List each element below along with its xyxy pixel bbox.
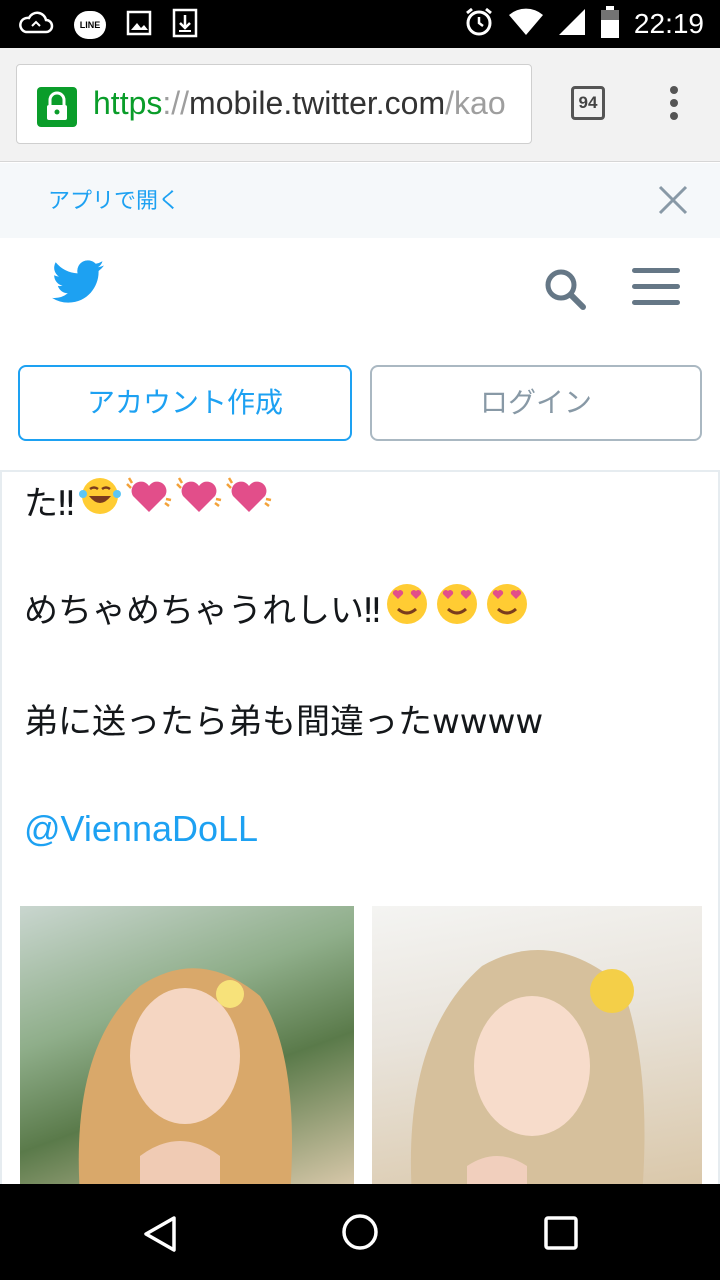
open-app-link[interactable]: アプリで開く [48,183,180,215]
tweet-line-1: た‼ [24,474,273,527]
download-icon [172,8,198,42]
mention-link[interactable]: @ViennaDoLL [24,808,258,850]
tweet-photo-1[interactable] [20,906,354,1184]
wifi-icon [508,8,544,40]
url-host: mobile.twitter.com [189,85,446,121]
create-account-button[interactable]: アカウント作成 [18,365,352,441]
signal-icon [558,8,586,40]
close-icon[interactable] [656,183,690,217]
twitter-header [0,238,720,348]
alarm-icon [464,7,494,41]
tweet-photo-2[interactable] [372,906,702,1184]
tweet-text-2: めちゃめちゃうれしい‼ [24,591,381,631]
browser-menu-icon[interactable] [664,86,684,126]
image-icon [126,10,152,40]
heart-eyes-emoji [383,580,431,635]
beating-heart-emoji [225,476,273,525]
lock-icon [37,87,77,127]
line-icon: LINE [74,11,106,39]
beating-heart-emoji [125,476,173,525]
url-text: https://mobile.twitter.com/kao [93,85,506,122]
twitter-bird-icon[interactable] [52,260,104,308]
system-navigation-bar [0,1184,720,1280]
url-path: /kao [445,85,506,121]
grinning-tears-emoji [77,474,123,527]
battery-icon [600,6,620,42]
heart-eyes-emoji [483,580,531,635]
tab-switcher-button[interactable]: 94 [571,86,605,120]
browser-toolbar: https://mobile.twitter.com/kao 94 [0,48,720,162]
recent-apps-icon[interactable] [543,1215,579,1255]
heart-eyes-emoji [433,580,481,635]
tweet-line-3: 弟に送ったら弟も間違ったwwww [24,694,543,743]
cloud-sync-icon [18,8,54,42]
login-button[interactable]: ログイン [370,365,702,441]
home-icon[interactable] [340,1212,380,1256]
status-bar: LINE 22:19 [0,0,720,48]
clock-time: 22:19 [633,8,704,39]
back-icon[interactable] [140,1214,180,1258]
tweet-line-2: めちゃめちゃうれしい‼ [24,580,531,635]
url-scheme: https [93,85,163,121]
url-field[interactable]: https://mobile.twitter.com/kao [16,64,532,144]
line-icon-label: LINE [79,20,101,30]
tweet-content: た‼ めちゃめちゃうれしい‼ 弟に送ったら弟も間違ったwwww @ViennaD… [0,472,720,1184]
tweet-text-3: 弟に送ったら弟も間違ったwwww [24,702,544,742]
url-separator: :// [162,85,190,121]
open-app-banner: アプリで開く [0,163,720,238]
menu-icon[interactable] [632,268,680,316]
beating-heart-emoji [175,476,223,525]
tweet-text-1: た‼ [24,484,75,524]
search-icon[interactable] [542,266,588,316]
